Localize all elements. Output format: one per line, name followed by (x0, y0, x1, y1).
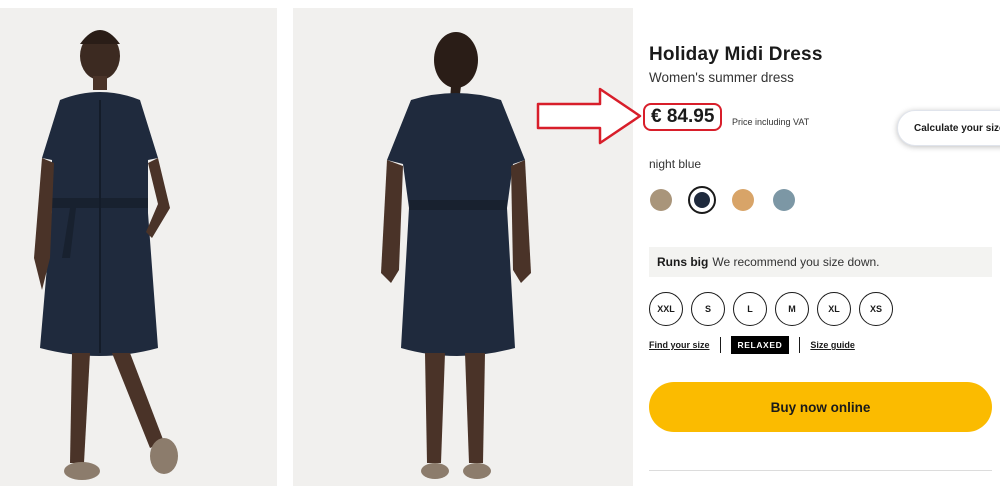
buy-now-button[interactable]: Buy now online (649, 382, 992, 432)
find-your-size-link[interactable]: Find your size (649, 340, 710, 350)
fit-badge: RELAXED (730, 336, 790, 354)
size-option[interactable]: XXL (649, 292, 683, 326)
product-image-back[interactable] (293, 8, 633, 486)
annotation-arrow-icon (536, 87, 642, 145)
calculate-size-button[interactable]: Calculate your size (897, 110, 1000, 146)
size-option[interactable]: S (691, 292, 725, 326)
swatch-night-blue[interactable] (688, 186, 716, 214)
product-image-front[interactable] (0, 8, 277, 486)
price-vat-note: Price including VAT (732, 117, 810, 127)
divider (799, 337, 801, 353)
swatch-grey-blue[interactable] (773, 189, 795, 211)
fit-row: Find your size RELAXED Size guide (649, 336, 855, 354)
product-subtitle: Women's summer dress (649, 70, 794, 85)
swatch-night-blue-fill (694, 192, 710, 208)
fit-notice-heading: Runs big (657, 255, 709, 269)
size-option[interactable]: XS (859, 292, 893, 326)
product-page: Holiday Midi Dress Women's summer dress … (0, 0, 1000, 490)
section-divider (649, 470, 992, 471)
fit-notice: Runs big We recommend you size down. (649, 247, 992, 277)
model-back-illustration (381, 32, 531, 479)
divider (719, 337, 721, 353)
product-title: Holiday Midi Dress (649, 44, 823, 65)
swatch-sand[interactable] (650, 189, 672, 211)
model-front-illustration (34, 30, 178, 480)
size-selector: XXL S L M XL XS (649, 292, 901, 326)
fit-notice-text: We recommend you size down. (712, 255, 880, 269)
selected-color-name: night blue (649, 157, 702, 171)
product-price: € 84.95 (651, 106, 715, 127)
size-option[interactable]: XL (817, 292, 851, 326)
size-option[interactable]: L (733, 292, 767, 326)
price-highlight: € 84.95 (643, 103, 723, 131)
size-option[interactable]: M (775, 292, 809, 326)
swatch-orange[interactable] (732, 189, 754, 211)
size-guide-link[interactable]: Size guide (810, 340, 855, 350)
color-swatches (650, 186, 814, 214)
